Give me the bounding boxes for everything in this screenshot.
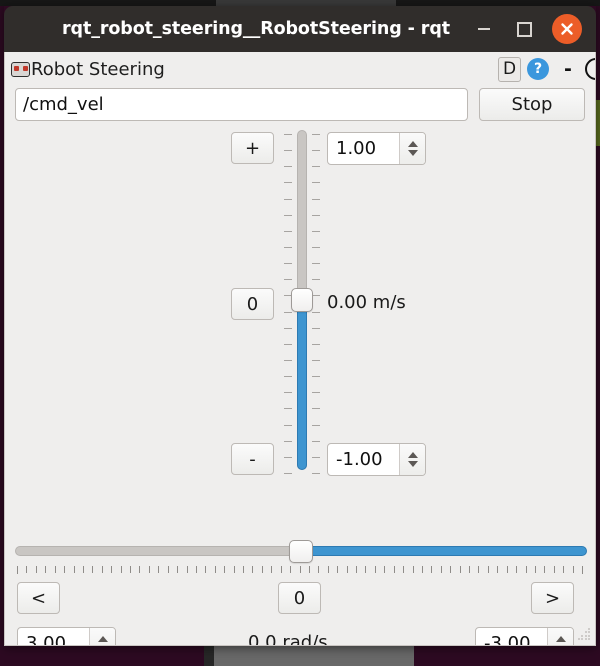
angular-right-button[interactable]: > [531, 582, 574, 614]
vertical-slider-handle[interactable] [291, 288, 313, 312]
close-pane-button[interactable] [585, 58, 595, 80]
angular-button-row: < 0 > [5, 582, 595, 618]
angular-left-button[interactable]: < [17, 582, 60, 614]
linear-decrease-button[interactable]: - [231, 443, 274, 475]
rqt-window: rqt_robot_steering__RobotSteering - rqt … [4, 6, 596, 646]
plugin-title: Robot Steering [31, 58, 165, 80]
stepper-up-icon[interactable] [407, 141, 418, 147]
horizontal-slider-fill [301, 546, 587, 556]
stepper-up-icon[interactable] [555, 636, 566, 642]
dock-button[interactable]: D [498, 56, 521, 82]
resize-grip[interactable] [578, 628, 592, 642]
stepper-down-icon[interactable] [407, 150, 418, 156]
stepper-down-icon[interactable] [407, 461, 418, 467]
angular-max-spinbox[interactable]: 3.00 [17, 627, 116, 646]
angular-zero-button[interactable]: 0 [278, 582, 321, 614]
gamepad-icon [11, 61, 30, 77]
close-button[interactable] [552, 14, 582, 44]
linear-zero-button[interactable]: 0 [231, 288, 274, 320]
stop-button[interactable]: Stop [479, 88, 585, 121]
minimize-button[interactable] [472, 17, 496, 41]
linear-velocity-area: + 1.00 0 0.00 m/s - -1.00 [5, 121, 595, 476]
maximize-button[interactable] [512, 17, 536, 41]
linear-min-spinbox[interactable]: -1.00 [327, 443, 426, 476]
plugin-header-actions: D ? - [498, 52, 595, 86]
plugin-header: Robot Steering D ? - [5, 52, 595, 86]
linear-min-stepper[interactable] [399, 444, 425, 475]
horizontal-slider-handle[interactable] [289, 540, 313, 563]
stepper-up-icon[interactable] [407, 452, 418, 458]
vertical-slider-fill [297, 300, 307, 470]
horizontal-slider-ticks [17, 566, 583, 574]
window-body: Robot Steering D ? - Stop [4, 52, 596, 646]
stepper-down-icon[interactable] [98, 645, 108, 646]
angular-value-row: 3.00 0.0 rad/s -3.00 [5, 627, 595, 646]
topic-row: Stop [5, 88, 595, 121]
minimize-pane-button[interactable]: - [559, 58, 577, 80]
window-titlebar[interactable]: rqt_robot_steering__RobotSteering - rqt [4, 6, 596, 52]
linear-max-spinbox[interactable]: 1.00 [327, 132, 426, 165]
linear-max-value: 1.00 [336, 138, 377, 159]
linear-velocity-slider[interactable] [284, 126, 320, 474]
angular-min-spinbox[interactable]: -3.00 [475, 627, 574, 646]
stepper-up-icon[interactable] [97, 636, 108, 642]
window-controls [472, 6, 582, 52]
angular-velocity-readout: 0.0 rad/s [248, 632, 328, 646]
stepper-down-icon[interactable] [556, 645, 566, 646]
angular-min-stepper[interactable] [547, 628, 573, 646]
angular-min-value: -3.00 [484, 633, 531, 646]
angular-max-value: 3.00 [26, 633, 67, 646]
linear-max-stepper[interactable] [399, 133, 425, 164]
linear-increase-button[interactable]: + [231, 132, 274, 164]
desktop-bottom-bar-panel [214, 646, 414, 666]
linear-min-value: -1.00 [336, 449, 383, 470]
vertical-slider-ticks-right [312, 130, 320, 474]
help-icon[interactable]: ? [527, 58, 549, 80]
angular-max-stepper[interactable] [89, 628, 115, 646]
angular-velocity-slider[interactable] [15, 538, 587, 564]
linear-velocity-readout: 0.00 m/s [327, 292, 406, 313]
topic-input[interactable] [15, 88, 468, 121]
